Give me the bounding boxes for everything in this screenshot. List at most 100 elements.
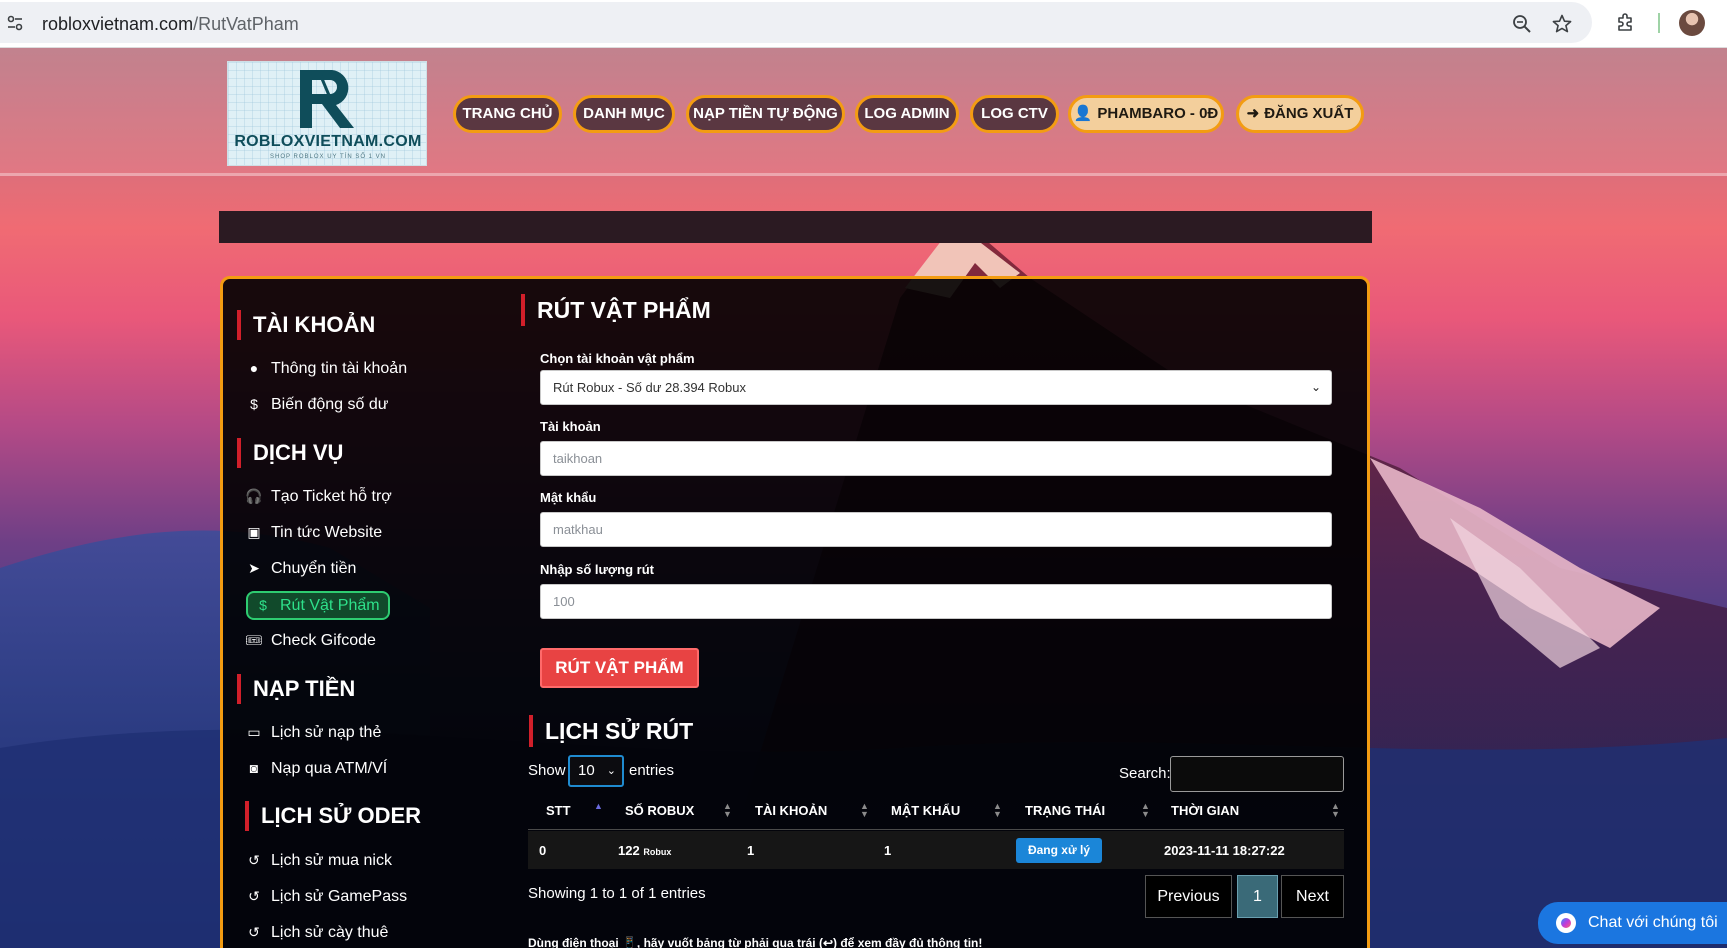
sidebar-item-withdraw[interactable]: $ Rút Vật Phẩm [246, 591, 390, 620]
sidebar-item-label: Nạp qua ATM/VÍ [271, 760, 388, 777]
nav-user-label: PHAMBARO - 0Đ [1097, 105, 1219, 122]
sidebar-item-label: Tin tức Website [271, 524, 383, 541]
withdraw-submit-button[interactable]: RÚT VẬT PHẨM [540, 648, 699, 688]
status-badge: Đang xử lý [1016, 838, 1102, 863]
column-header-password[interactable]: MẬT KHẨU [891, 803, 960, 818]
sidebar-item-label: Rút Vật Phẩm [280, 597, 380, 614]
sidebar-item-atm[interactable]: ◙ Nạp qua ATM/VÍ [245, 757, 387, 780]
history-icon: ↺ [248, 852, 260, 868]
column-header-status[interactable]: TRẠNG THÁI [1025, 803, 1105, 818]
sidebar-item-label: Thông tin tài khoản [271, 360, 408, 377]
sidebar-heading-orders: LỊCH SỬ ODER [245, 801, 421, 831]
nav-log-admin[interactable]: LOG ADMIN [855, 95, 959, 133]
chevron-down-icon: ⌄ [1310, 380, 1321, 394]
sidebar-item-label: Lịch sử mua nick [271, 852, 392, 869]
sidebar-item-ticket[interactable]: 🎧 Tạo Ticket hỗ trợ [245, 485, 392, 508]
chevron-down-icon: ⌄ [606, 765, 616, 777]
sidebar-heading-service: DỊCH VỤ [237, 438, 343, 468]
logo-text: ROBLOXVIETNAM.COM [234, 133, 422, 150]
wallet-icon: ▭ [247, 724, 261, 740]
sidebar-item-label: Check Gifcode [271, 632, 376, 649]
pagination-page-1[interactable]: 1 [1237, 875, 1278, 918]
column-header-account[interactable]: TÀI KHOẢN [755, 803, 827, 818]
zoom-icon[interactable] [1512, 14, 1532, 34]
item-account-selected-value: Rút Robux - Số dư 28.394 Robux [553, 380, 746, 395]
show-label: Show [528, 762, 566, 779]
password-label: Mật khẩu [540, 490, 597, 505]
page-title: RÚT VẬT PHẨM [521, 294, 711, 326]
messenger-icon [1556, 913, 1576, 933]
url-path: /RutVatPham [193, 14, 299, 34]
site-settings-icon[interactable] [6, 14, 24, 32]
chat-with-us-button[interactable]: Chat với chúng tôi [1538, 902, 1727, 944]
sidebar-item-label: Biến động số dư [271, 396, 389, 413]
sidebar-item-nick-history[interactable]: ↺ Lịch sử mua nick [245, 849, 392, 872]
logo-tagline: SHOP ROBLOX UY TÍN SỐ 1 VN [269, 154, 387, 160]
sidebar-heading-topup: NẠP TIỀN [237, 674, 355, 704]
sort-icon[interactable]: ▲ ▼ [723, 802, 732, 819]
sort-icon[interactable]: ▲ [594, 802, 603, 811]
sidebar-item-card-history[interactable]: ▭ Lịch sử nạp thẻ [245, 721, 381, 744]
sidebar-item-balance[interactable]: $ Biến động số dư [245, 393, 388, 416]
send-icon: ➤ [248, 560, 260, 576]
pagination-next-button[interactable]: Next [1281, 875, 1344, 918]
nav-logout[interactable]: ➜ ĐĂNG XUẤT [1236, 95, 1364, 133]
sidebar-item-transfer[interactable]: ➤ Chuyển tiền [245, 557, 356, 580]
column-header-time[interactable]: THỜI GIAN [1171, 803, 1239, 818]
sort-icon[interactable]: ▲ ▼ [1331, 802, 1340, 819]
cell-stt: 0 [539, 843, 547, 858]
item-account-label: Chọn tài khoản vật phẩm [540, 351, 695, 366]
site-logo[interactable]: ROBLOXVIETNAM.COM SHOP ROBLOX UY TÍN SỐ … [227, 61, 427, 166]
url-text[interactable]: robloxvietnam.com/RutVatPham [42, 14, 299, 35]
nav-user-account[interactable]: 👤 PHAMBARO - 0Đ [1068, 95, 1224, 133]
sidebar-item-label: Chuyển tiền [271, 560, 357, 577]
nav-log-ctv[interactable]: LOG CTV [970, 95, 1059, 133]
sidebar-heading-account: TÀI KHOẢN [237, 310, 375, 340]
browser-toolbar: robloxvietnam.com/RutVatPham [0, 0, 1727, 48]
nav-category[interactable]: DANH MỤC [573, 95, 675, 133]
user-icon: 👤 [1073, 105, 1093, 122]
profile-avatar[interactable] [1679, 10, 1705, 36]
entries-length-value: 10 [578, 762, 595, 779]
sidebar-item-news[interactable]: ▣ Tin tức Website [245, 521, 382, 544]
column-header-stt[interactable]: STT [546, 803, 571, 818]
cell-robux-unit: Robux [643, 847, 672, 857]
dollar-icon: $ [259, 597, 267, 613]
pagination-previous-button[interactable]: Previous [1145, 875, 1232, 918]
sidebar-item-boosting-history[interactable]: ↺ Lịch sử cày thuê [245, 921, 388, 944]
extensions-icon[interactable] [1616, 12, 1636, 32]
address-bar[interactable]: robloxvietnam.com/RutVatPham [0, 2, 1592, 43]
nav-home[interactable]: TRANG CHỦ [453, 95, 562, 133]
entries-length-select[interactable]: 10 ⌄ [568, 755, 624, 787]
sidebar-item-label: Lịch sử cày thuê [271, 924, 389, 941]
cell-robux: 122 Robux [618, 843, 671, 858]
sort-icon[interactable]: ▲ ▼ [860, 802, 869, 819]
password-input[interactable] [540, 512, 1332, 547]
item-account-select[interactable]: Rút Robux - Số dư 28.394 Robux ⌄ [540, 370, 1332, 405]
sidebar-item-label: Tạo Ticket hỗ trợ [271, 488, 392, 505]
sort-icon[interactable]: ▲ ▼ [1141, 802, 1150, 819]
sign-out-icon: ➜ [1246, 105, 1260, 122]
sidebar-item-giftcode[interactable]: 🎟 Check Gifcode [245, 629, 376, 652]
notice-strip [219, 211, 1372, 243]
history-title: LỊCH SỬ RÚT [529, 715, 693, 747]
amount-input[interactable] [540, 584, 1332, 619]
column-header-robux[interactable]: SỐ ROBUX [625, 803, 694, 818]
table-search-input[interactable] [1170, 756, 1344, 792]
nav-logout-label: ĐĂNG XUẤT [1264, 105, 1354, 122]
account-input[interactable] [540, 441, 1332, 476]
logo-mark-icon [300, 70, 354, 128]
entries-label: entries [629, 762, 675, 779]
search-label: Search: [1119, 765, 1171, 782]
nav-auto-topup[interactable]: NẠP TIỀN TỰ ĐỘNG [686, 95, 845, 133]
ticket-icon: 🎟 [245, 632, 263, 648]
amount-label: Nhập số lượng rút [540, 562, 654, 577]
sidebar-item-gamepass-history[interactable]: ↺ Lịch sử GamePass [245, 885, 407, 908]
bookmark-star-icon[interactable] [1552, 14, 1572, 34]
sort-icon[interactable]: ▲ ▼ [993, 802, 1002, 819]
sidebar-item-account-info[interactable]: ● Thông tin tài khoản [245, 357, 407, 380]
cell-account: 1 [747, 843, 755, 858]
history-icon: ↺ [248, 888, 260, 904]
toolbar-divider [1658, 13, 1660, 33]
sidebar-item-label: Lịch sử nạp thẻ [271, 724, 382, 741]
